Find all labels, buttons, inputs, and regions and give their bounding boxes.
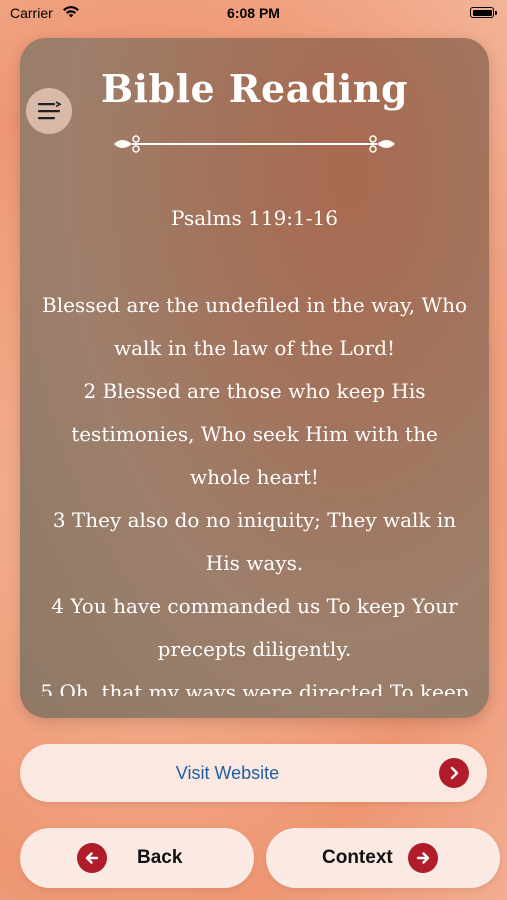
visit-website-label: Visit Website [175,763,280,783]
visit-website-button[interactable]: Visit Website [20,744,487,802]
verse-line: Blessed are the undefiled in the way, Wh… [42,293,467,360]
page-title: Bible Reading [100,66,409,111]
divider-ornament [114,135,395,153]
status-time: 6:08 PM [227,5,280,21]
verse-line: 4 You have commanded us To keep Your pre… [51,594,458,661]
arrow-left-icon [77,843,107,873]
arrow-right-icon [408,843,438,873]
scripture-reference: Psalms 119:1-16 [171,206,338,230]
back-label: Back [137,847,183,868]
verse-text-scroll[interactable]: Blessed are the undefiled in the way, Wh… [38,284,471,696]
chevron-right-icon [439,758,469,788]
context-button[interactable]: Context [266,828,500,888]
reading-card: Bible Reading Psalms 119:1-16 Blessed ar… [20,38,489,718]
context-label: Context [322,847,393,868]
verse-line: 5 Oh, that my ways were directed To keep [40,680,469,696]
battery-icon [470,7,497,18]
verse-line: 2 Blessed are those who keep His testimo… [71,379,438,489]
status-bar: Carrier 6:08 PM [0,0,507,26]
back-button[interactable]: Back [20,828,254,888]
verse-line: 3 They also do no iniquity; They walk in… [52,508,457,575]
